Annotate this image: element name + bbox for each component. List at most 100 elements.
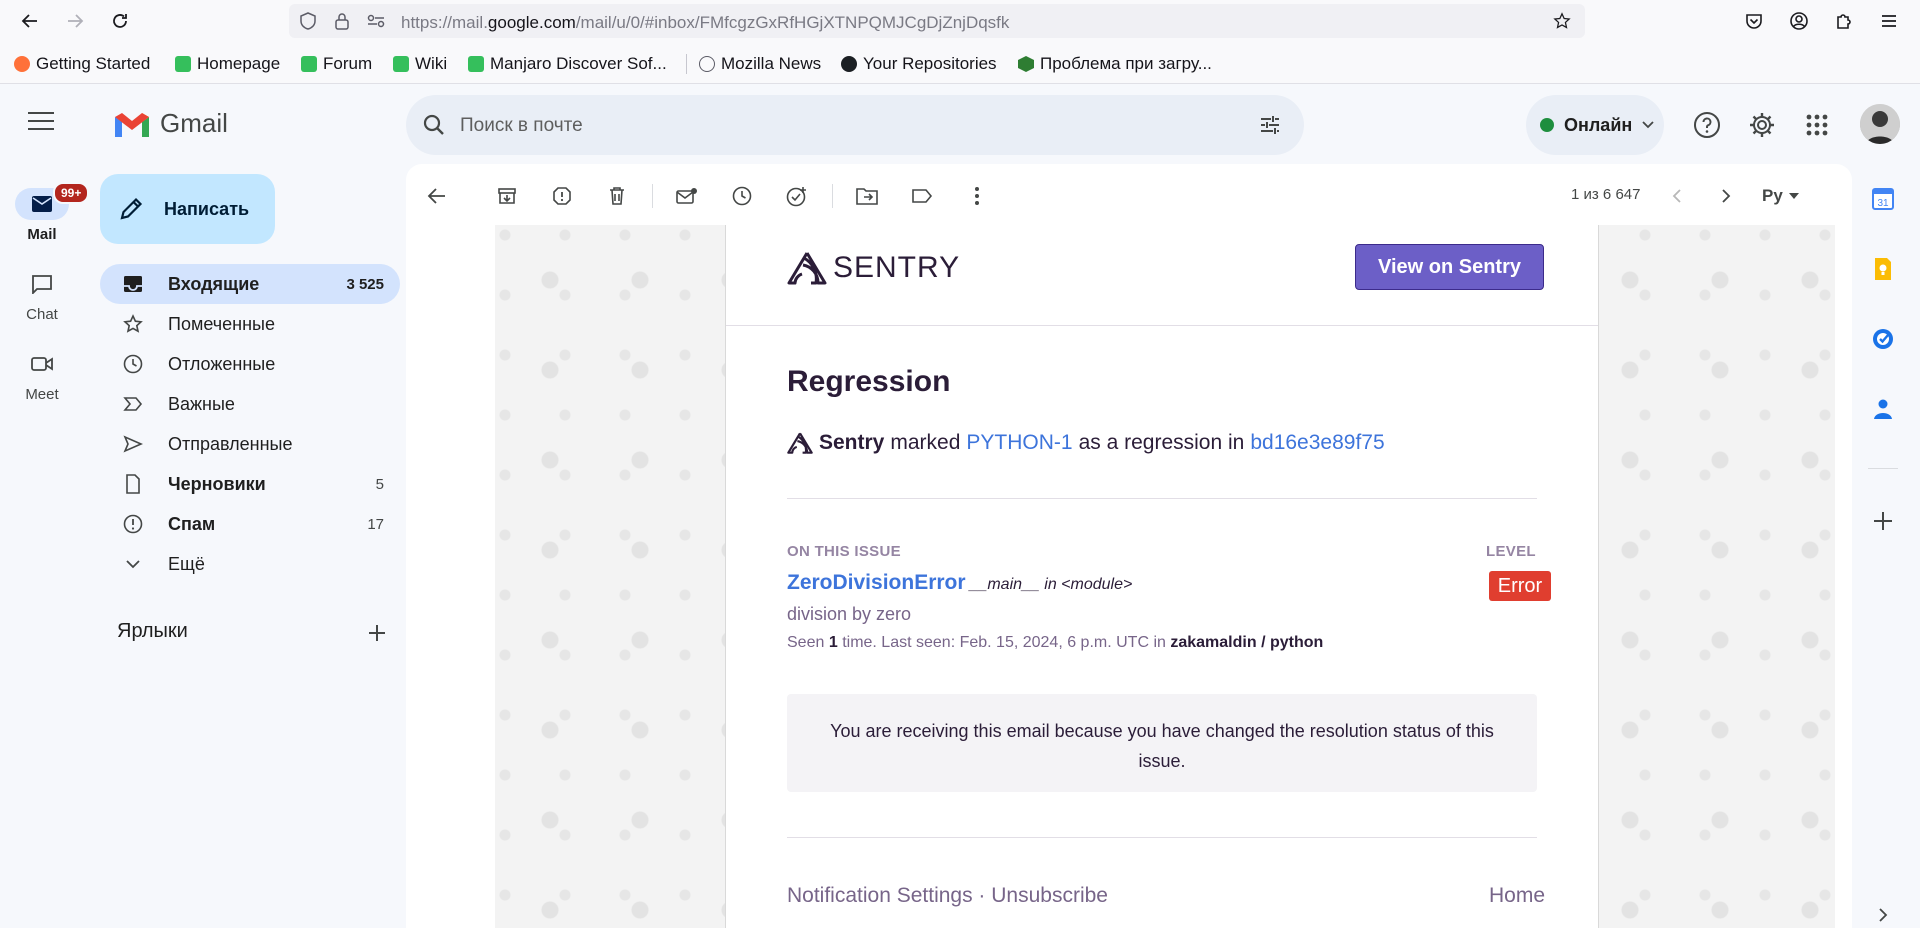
folder-sent[interactable]: Отправленные — [100, 424, 400, 464]
add-label-icon[interactable] — [364, 620, 390, 646]
bookmark-homepage[interactable]: Homepage — [175, 54, 280, 74]
archive-icon[interactable] — [494, 183, 520, 209]
search-icon[interactable] — [422, 113, 446, 137]
more-vert-icon[interactable] — [964, 183, 990, 209]
bookmark-label: Homepage — [197, 54, 281, 73]
github-icon — [841, 56, 857, 72]
sentry-wordmark: SENTRY — [833, 251, 961, 284]
message-panel: 1 из 6 647 Ру SENTRY View on Sentry Regr… — [406, 164, 1852, 928]
search-options-icon[interactable] — [1258, 113, 1282, 137]
toolbar-separator — [652, 184, 653, 208]
url-bar[interactable]: https://mail.google.com/mail/u/0/#inbox/… — [289, 4, 1585, 38]
bookmark-star-icon[interactable] — [1553, 12, 1571, 30]
bookmarks-separator — [686, 54, 687, 74]
bookmark-mozilla-news[interactable]: Mozilla News — [699, 54, 821, 74]
compose-button[interactable]: Написать — [100, 174, 275, 244]
level-badge: Error — [1489, 571, 1551, 601]
hide-side-panel-icon[interactable] — [1870, 902, 1896, 928]
folder-starred[interactable]: Помеченные — [100, 304, 400, 344]
meet-pill[interactable] — [15, 348, 69, 380]
url-prefix: https://mail. — [401, 13, 488, 32]
folder-spam[interactable]: Спам 17 — [100, 504, 400, 544]
status-selector[interactable]: Онлайн — [1526, 95, 1664, 155]
chat-pill[interactable] — [15, 268, 69, 300]
reload-icon[interactable] — [106, 7, 134, 35]
settings-gear-icon[interactable] — [1747, 110, 1777, 140]
bookmark-getting-started[interactable]: Getting Started — [14, 54, 150, 74]
gmail-logo[interactable]: Gmail — [112, 108, 228, 139]
move-to-icon[interactable] — [854, 183, 880, 209]
bookmark-forum[interactable]: Forum — [301, 54, 372, 74]
bookmark-label: Getting Started — [36, 54, 151, 73]
url-text[interactable]: https://mail.google.com/mail/u/0/#inbox/… — [401, 13, 1009, 33]
help-icon[interactable] — [1692, 110, 1722, 140]
rail-meet[interactable]: Meet — [0, 348, 84, 403]
menu-icon[interactable] — [1877, 9, 1901, 33]
bookmark-your-repositories[interactable]: Your Repositories — [841, 54, 997, 74]
folder-snoozed[interactable]: Отложенные — [100, 344, 400, 384]
divider — [726, 325, 1598, 326]
lock-icon[interactable] — [333, 12, 351, 30]
bookmark-manjaro-discover[interactable]: Manjaro Discover Sof... — [468, 54, 667, 74]
star-icon — [122, 313, 144, 335]
status-label: Онлайн — [1564, 114, 1633, 135]
label-icon[interactable] — [909, 183, 935, 209]
contacts-icon[interactable] — [1870, 396, 1896, 422]
get-addons-icon[interactable] — [1870, 508, 1896, 534]
calendar-icon[interactable]: 31 — [1870, 186, 1896, 212]
release-link[interactable]: bd16e3e89f75 — [1250, 431, 1384, 455]
search-bar[interactable]: Поиск в почте — [406, 95, 1304, 155]
back-icon[interactable] — [16, 7, 44, 35]
bookmark-wiki[interactable]: Wiki — [393, 54, 447, 74]
folder-important[interactable]: Важные — [100, 384, 400, 424]
snooze-icon[interactable] — [729, 183, 755, 209]
input-tools-toggle[interactable]: Ру — [1762, 183, 1810, 209]
error-message: division by zero — [787, 604, 912, 624]
mail-pill[interactable]: 99+ — [15, 182, 90, 220]
back-to-inbox-icon[interactable] — [424, 183, 450, 209]
apps-grid-icon[interactable] — [1802, 110, 1832, 140]
search-input[interactable]: Поиск в почте — [460, 115, 583, 137]
globe-icon — [699, 56, 715, 72]
pocket-icon[interactable] — [1742, 9, 1766, 33]
folder-drafts[interactable]: Черновики 5 — [100, 464, 400, 504]
report-spam-icon[interactable] — [549, 183, 575, 209]
gmail-m-icon — [115, 112, 149, 137]
sentry-email: SENTRY View on Sentry Regression Sentry … — [725, 225, 1599, 928]
rail-mail[interactable]: 99+ Mail — [0, 182, 90, 243]
inbox-icon — [122, 273, 144, 295]
account-avatar[interactable] — [1860, 104, 1900, 144]
clock-icon — [122, 353, 144, 375]
seen-suffix: time. Last seen: Feb. 15, 2024, 6 p.m. U… — [842, 634, 1166, 651]
account-icon[interactable] — [1787, 9, 1811, 33]
folder-inbox[interactable]: Входящие 3 525 — [100, 264, 400, 304]
issue-link[interactable]: PYTHON-1 — [966, 431, 1072, 455]
seen-count: 1 — [828, 634, 838, 651]
tracking-shield-icon[interactable] — [299, 12, 317, 30]
mark-unread-icon[interactable] — [674, 183, 700, 209]
view-on-sentry-button[interactable]: View on Sentry — [1355, 244, 1544, 290]
main-menu-icon[interactable] — [28, 112, 54, 130]
add-task-icon[interactable] — [784, 183, 810, 209]
forward-icon[interactable] — [61, 7, 89, 35]
keep-icon[interactable] — [1870, 256, 1896, 282]
project-name: zakamaldin / python — [1170, 634, 1324, 651]
extensions-icon[interactable] — [1832, 9, 1856, 33]
permissions-icon[interactable] — [367, 12, 385, 30]
important-icon — [122, 393, 144, 415]
folder-more[interactable]: Ещё — [100, 544, 400, 584]
newer-chevron-icon[interactable] — [1664, 183, 1690, 209]
send-icon — [122, 433, 144, 455]
older-chevron-icon[interactable] — [1713, 183, 1739, 209]
spam-alert-icon — [122, 513, 144, 535]
level-label: LEVEL — [1486, 543, 1536, 560]
notice-box: You are receiving this email because you… — [787, 694, 1537, 792]
error-name-link[interactable]: ZeroDivisionError — [787, 571, 966, 594]
tasks-icon[interactable] — [1870, 326, 1896, 352]
delete-icon[interactable] — [604, 183, 630, 209]
bookmark-problem[interactable]: Проблема при загру... — [1018, 54, 1212, 74]
home-link[interactable]: Home — [1489, 884, 1545, 908]
rail-chat[interactable]: Chat — [0, 268, 84, 323]
manjaro-icon — [301, 56, 317, 72]
notification-settings-link[interactable]: Notification Settings · Unsubscribe — [787, 884, 1108, 908]
